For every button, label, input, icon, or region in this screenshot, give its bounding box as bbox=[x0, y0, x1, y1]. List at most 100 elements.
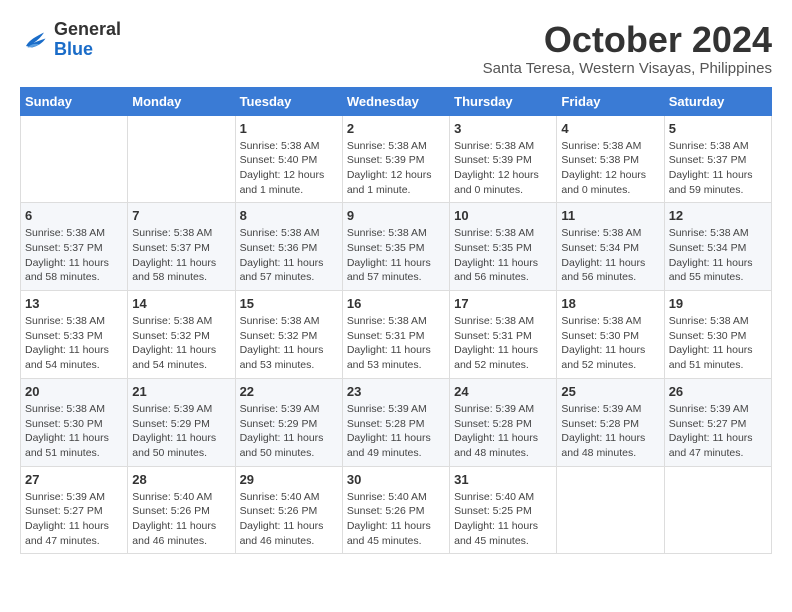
day-number: 13 bbox=[25, 296, 123, 311]
calendar-day-cell: 14 Sunrise: 5:38 AM Sunset: 5:32 PM Dayli… bbox=[128, 291, 235, 379]
day-info: Sunrise: 5:38 AM Sunset: 5:31 PM Dayligh… bbox=[347, 314, 445, 373]
calendar-day-cell: 25 Sunrise: 5:39 AM Sunset: 5:28 PM Dayli… bbox=[557, 378, 664, 466]
day-info: Sunrise: 5:38 AM Sunset: 5:39 PM Dayligh… bbox=[347, 139, 445, 198]
page-header: General Blue October 2024 Santa Teresa, … bbox=[20, 20, 772, 77]
calendar-week-row: 13 Sunrise: 5:38 AM Sunset: 5:33 PM Dayli… bbox=[21, 291, 772, 379]
day-info: Sunrise: 5:40 AM Sunset: 5:26 PM Dayligh… bbox=[132, 490, 230, 549]
day-info: Sunrise: 5:38 AM Sunset: 5:30 PM Dayligh… bbox=[561, 314, 659, 373]
day-info: Sunrise: 5:39 AM Sunset: 5:29 PM Dayligh… bbox=[240, 402, 338, 461]
calendar-header-row: SundayMondayTuesdayWednesdayThursdayFrid… bbox=[21, 87, 772, 115]
day-info: Sunrise: 5:38 AM Sunset: 5:35 PM Dayligh… bbox=[454, 226, 552, 285]
calendar-day-cell: 23 Sunrise: 5:39 AM Sunset: 5:28 PM Dayli… bbox=[342, 378, 449, 466]
calendar-day-cell bbox=[21, 115, 128, 203]
day-number: 28 bbox=[132, 472, 230, 487]
day-number: 5 bbox=[669, 121, 767, 136]
day-number: 17 bbox=[454, 296, 552, 311]
day-info: Sunrise: 5:40 AM Sunset: 5:25 PM Dayligh… bbox=[454, 490, 552, 549]
logo-general-text: General bbox=[54, 19, 121, 39]
day-info: Sunrise: 5:39 AM Sunset: 5:28 PM Dayligh… bbox=[561, 402, 659, 461]
day-info: Sunrise: 5:39 AM Sunset: 5:27 PM Dayligh… bbox=[669, 402, 767, 461]
logo-blue-text: Blue bbox=[54, 39, 93, 59]
day-number: 7 bbox=[132, 208, 230, 223]
calendar-day-cell: 3Sunrise: 5:38 AM Sunset: 5:39 PM Daylig… bbox=[450, 115, 557, 203]
day-number: 4 bbox=[561, 121, 659, 136]
day-info: Sunrise: 5:38 AM Sunset: 5:30 PM Dayligh… bbox=[669, 314, 767, 373]
day-info: Sunrise: 5:39 AM Sunset: 5:27 PM Dayligh… bbox=[25, 490, 123, 549]
day-number: 20 bbox=[25, 384, 123, 399]
calendar-week-row: 6 Sunrise: 5:38 AM Sunset: 5:37 PM Daylig… bbox=[21, 203, 772, 291]
logo: General Blue bbox=[20, 20, 121, 60]
day-number: 8 bbox=[240, 208, 338, 223]
calendar-col-header: Tuesday bbox=[235, 87, 342, 115]
day-info: Sunrise: 5:38 AM Sunset: 5:34 PM Dayligh… bbox=[561, 226, 659, 285]
day-number: 3 bbox=[454, 121, 552, 136]
day-number: 16 bbox=[347, 296, 445, 311]
calendar-day-cell bbox=[557, 466, 664, 554]
calendar-week-row: 20 Sunrise: 5:38 AM Sunset: 5:30 PM Dayli… bbox=[21, 378, 772, 466]
location-subtitle: Santa Teresa, Western Visayas, Philippin… bbox=[483, 60, 772, 77]
day-number: 30 bbox=[347, 472, 445, 487]
day-number: 11 bbox=[561, 208, 659, 223]
day-info: Sunrise: 5:38 AM Sunset: 5:33 PM Dayligh… bbox=[25, 314, 123, 373]
calendar-col-header: Thursday bbox=[450, 87, 557, 115]
calendar-day-cell: 28 Sunrise: 5:40 AM Sunset: 5:26 PM Dayli… bbox=[128, 466, 235, 554]
calendar-day-cell: 2Sunrise: 5:38 AM Sunset: 5:39 PM Daylig… bbox=[342, 115, 449, 203]
calendar-day-cell: 11 Sunrise: 5:38 AM Sunset: 5:34 PM Dayli… bbox=[557, 203, 664, 291]
calendar-day-cell: 30 Sunrise: 5:40 AM Sunset: 5:26 PM Dayli… bbox=[342, 466, 449, 554]
day-number: 10 bbox=[454, 208, 552, 223]
calendar-day-cell: 27Sunrise: 5:39 AM Sunset: 5:27 PM Dayli… bbox=[21, 466, 128, 554]
day-number: 14 bbox=[132, 296, 230, 311]
day-info: Sunrise: 5:38 AM Sunset: 5:38 PM Dayligh… bbox=[561, 139, 659, 198]
calendar-day-cell: 20 Sunrise: 5:38 AM Sunset: 5:30 PM Dayli… bbox=[21, 378, 128, 466]
day-number: 9 bbox=[347, 208, 445, 223]
calendar-day-cell: 12 Sunrise: 5:38 AM Sunset: 5:34 PM Dayli… bbox=[664, 203, 771, 291]
day-info: Sunrise: 5:38 AM Sunset: 5:30 PM Dayligh… bbox=[25, 402, 123, 461]
calendar-day-cell: 1 Sunrise: 5:38 AM Sunset: 5:40 PM Daylig… bbox=[235, 115, 342, 203]
calendar-day-cell: 17 Sunrise: 5:38 AM Sunset: 5:31 PM Dayli… bbox=[450, 291, 557, 379]
day-number: 1 bbox=[240, 121, 338, 136]
calendar-day-cell: 21 Sunrise: 5:39 AM Sunset: 5:29 PM Dayli… bbox=[128, 378, 235, 466]
day-info: Sunrise: 5:38 AM Sunset: 5:40 PM Dayligh… bbox=[240, 139, 338, 198]
calendar-day-cell: 10 Sunrise: 5:38 AM Sunset: 5:35 PM Dayli… bbox=[450, 203, 557, 291]
day-info: Sunrise: 5:38 AM Sunset: 5:37 PM Dayligh… bbox=[132, 226, 230, 285]
day-number: 25 bbox=[561, 384, 659, 399]
day-info: Sunrise: 5:38 AM Sunset: 5:36 PM Dayligh… bbox=[240, 226, 338, 285]
calendar-day-cell: 13 Sunrise: 5:38 AM Sunset: 5:33 PM Dayli… bbox=[21, 291, 128, 379]
month-title: October 2024 bbox=[483, 20, 772, 60]
calendar-day-cell bbox=[128, 115, 235, 203]
calendar-col-header: Monday bbox=[128, 87, 235, 115]
calendar-day-cell: 4 Sunrise: 5:38 AM Sunset: 5:38 PM Daylig… bbox=[557, 115, 664, 203]
day-number: 31 bbox=[454, 472, 552, 487]
day-number: 26 bbox=[669, 384, 767, 399]
title-block: October 2024 Santa Teresa, Western Visay… bbox=[483, 20, 772, 77]
day-number: 21 bbox=[132, 384, 230, 399]
calendar-week-row: 1 Sunrise: 5:38 AM Sunset: 5:40 PM Daylig… bbox=[21, 115, 772, 203]
day-number: 6 bbox=[25, 208, 123, 223]
calendar-day-cell: 31 Sunrise: 5:40 AM Sunset: 5:25 PM Dayli… bbox=[450, 466, 557, 554]
day-number: 23 bbox=[347, 384, 445, 399]
calendar-col-header: Friday bbox=[557, 87, 664, 115]
day-info: Sunrise: 5:40 AM Sunset: 5:26 PM Dayligh… bbox=[347, 490, 445, 549]
calendar-col-header: Wednesday bbox=[342, 87, 449, 115]
day-info: Sunrise: 5:38 AM Sunset: 5:32 PM Dayligh… bbox=[240, 314, 338, 373]
calendar-day-cell: 29Sunrise: 5:40 AM Sunset: 5:26 PM Dayli… bbox=[235, 466, 342, 554]
day-info: Sunrise: 5:39 AM Sunset: 5:29 PM Dayligh… bbox=[132, 402, 230, 461]
calendar-day-cell: 6Sunrise: 5:38 AM Sunset: 5:37 PM Daylig… bbox=[21, 203, 128, 291]
day-info: Sunrise: 5:39 AM Sunset: 5:28 PM Dayligh… bbox=[347, 402, 445, 461]
day-info: Sunrise: 5:38 AM Sunset: 5:35 PM Dayligh… bbox=[347, 226, 445, 285]
day-number: 15 bbox=[240, 296, 338, 311]
day-number: 12 bbox=[669, 208, 767, 223]
day-info: Sunrise: 5:38 AM Sunset: 5:32 PM Dayligh… bbox=[132, 314, 230, 373]
day-number: 24 bbox=[454, 384, 552, 399]
day-number: 22 bbox=[240, 384, 338, 399]
calendar-week-row: 27Sunrise: 5:39 AM Sunset: 5:27 PM Dayli… bbox=[21, 466, 772, 554]
day-number: 19 bbox=[669, 296, 767, 311]
day-info: Sunrise: 5:38 AM Sunset: 5:34 PM Dayligh… bbox=[669, 226, 767, 285]
calendar-col-header: Saturday bbox=[664, 87, 771, 115]
calendar-day-cell: 22 Sunrise: 5:39 AM Sunset: 5:29 PM Dayli… bbox=[235, 378, 342, 466]
calendar-day-cell: 16 Sunrise: 5:38 AM Sunset: 5:31 PM Dayli… bbox=[342, 291, 449, 379]
day-info: Sunrise: 5:38 AM Sunset: 5:31 PM Dayligh… bbox=[454, 314, 552, 373]
calendar-day-cell: 7 Sunrise: 5:38 AM Sunset: 5:37 PM Daylig… bbox=[128, 203, 235, 291]
day-number: 18 bbox=[561, 296, 659, 311]
calendar-day-cell: 8 Sunrise: 5:38 AM Sunset: 5:36 PM Daylig… bbox=[235, 203, 342, 291]
